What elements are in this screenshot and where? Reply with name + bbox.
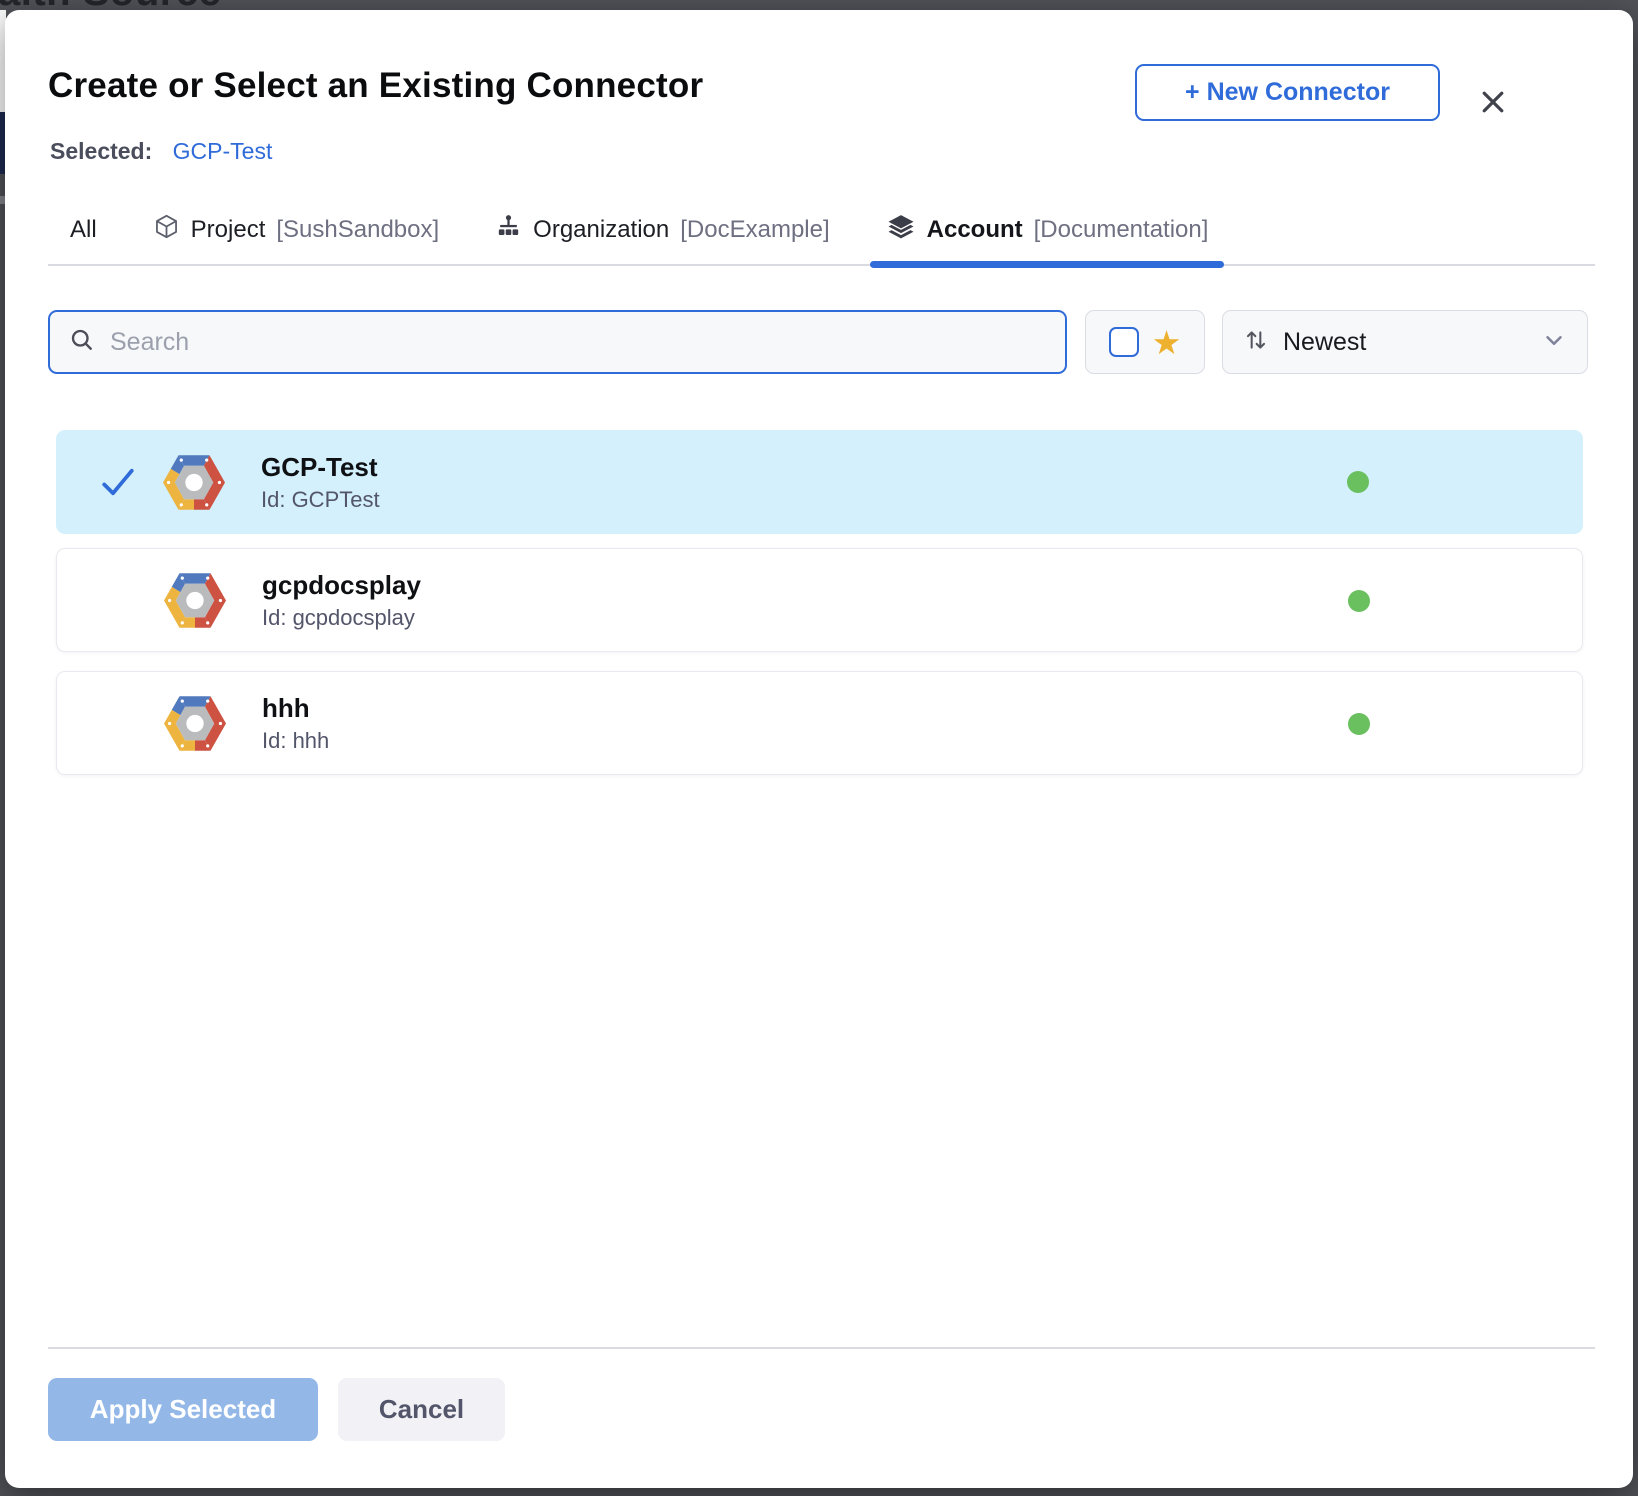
star-icon: ★ — [1152, 326, 1182, 359]
connector-name: GCP-Test — [261, 452, 380, 483]
selected-connector-link[interactable]: GCP-Test — [173, 138, 273, 164]
tab-organization-label: Organization — [533, 216, 669, 244]
connector-row-gcp-test[interactable]: GCP-Test Id: GCPTest — [56, 430, 1583, 534]
selected-check-icon — [98, 462, 138, 502]
org-chart-icon — [495, 213, 522, 247]
close-icon[interactable] — [1473, 82, 1513, 122]
gcp-logo-icon — [164, 573, 226, 628]
tab-account-scope: [Documentation] — [1034, 216, 1209, 244]
selected-connector-line: Selected: GCP-Test — [50, 138, 272, 165]
search-box — [48, 310, 1067, 374]
sort-arrows-icon — [1243, 327, 1269, 358]
footer-divider — [48, 1347, 1595, 1349]
favorites-filter[interactable]: ★ — [1085, 310, 1205, 374]
cancel-button[interactable]: Cancel — [338, 1378, 505, 1441]
sort-dropdown[interactable]: Newest — [1222, 310, 1588, 374]
connector-row-gcpdocsplay[interactable]: gcpdocsplay Id: gcpdocsplay — [56, 548, 1583, 652]
status-dot — [1347, 471, 1369, 493]
connector-id: Id: gcpdocsplay — [262, 605, 421, 631]
new-connector-button[interactable]: + New Connector — [1135, 64, 1440, 121]
status-dot — [1348, 590, 1370, 612]
connector-select-modal: Create or Select an Existing Connector +… — [5, 10, 1633, 1488]
tab-project-scope: [SushSandbox] — [276, 216, 439, 244]
status-dot — [1348, 713, 1370, 735]
connector-row-hhh[interactable]: hhh Id: hhh — [56, 671, 1583, 775]
gcp-logo-icon — [164, 696, 226, 751]
background-overlay-bar: alth Source — [0, 0, 1638, 10]
gcp-logo-icon — [163, 455, 225, 510]
tab-organization-scope: [DocExample] — [680, 216, 829, 244]
layers-icon — [886, 212, 916, 249]
apply-selected-button[interactable]: Apply Selected — [48, 1378, 318, 1441]
scope-tabs: All Project [SushSandbox] — [48, 196, 1595, 266]
favorites-checkbox[interactable] — [1109, 327, 1139, 357]
connector-name: hhh — [262, 693, 329, 724]
tab-organization[interactable]: Organization [DocExample] — [495, 196, 829, 264]
search-input[interactable] — [110, 328, 1047, 357]
modal-title: Create or Select an Existing Connector — [48, 66, 703, 106]
tab-project[interactable]: Project [SushSandbox] — [153, 196, 440, 264]
tab-project-label: Project — [191, 216, 266, 244]
tab-account-label: Account — [927, 216, 1023, 244]
background-clipped-heading: alth Source — [0, 0, 221, 10]
connector-id: Id: GCPTest — [261, 487, 380, 513]
tab-all-label: All — [70, 216, 97, 244]
connector-id: Id: hhh — [262, 728, 329, 754]
selected-label: Selected: — [50, 138, 152, 164]
chevron-down-icon — [1541, 327, 1567, 358]
connector-name: gcpdocsplay — [262, 570, 421, 601]
sort-selected-value: Newest — [1283, 328, 1527, 357]
search-icon — [68, 326, 96, 359]
cube-icon — [153, 213, 180, 247]
tab-all[interactable]: All — [70, 196, 97, 264]
tab-account[interactable]: Account [Documentation] — [886, 196, 1209, 264]
